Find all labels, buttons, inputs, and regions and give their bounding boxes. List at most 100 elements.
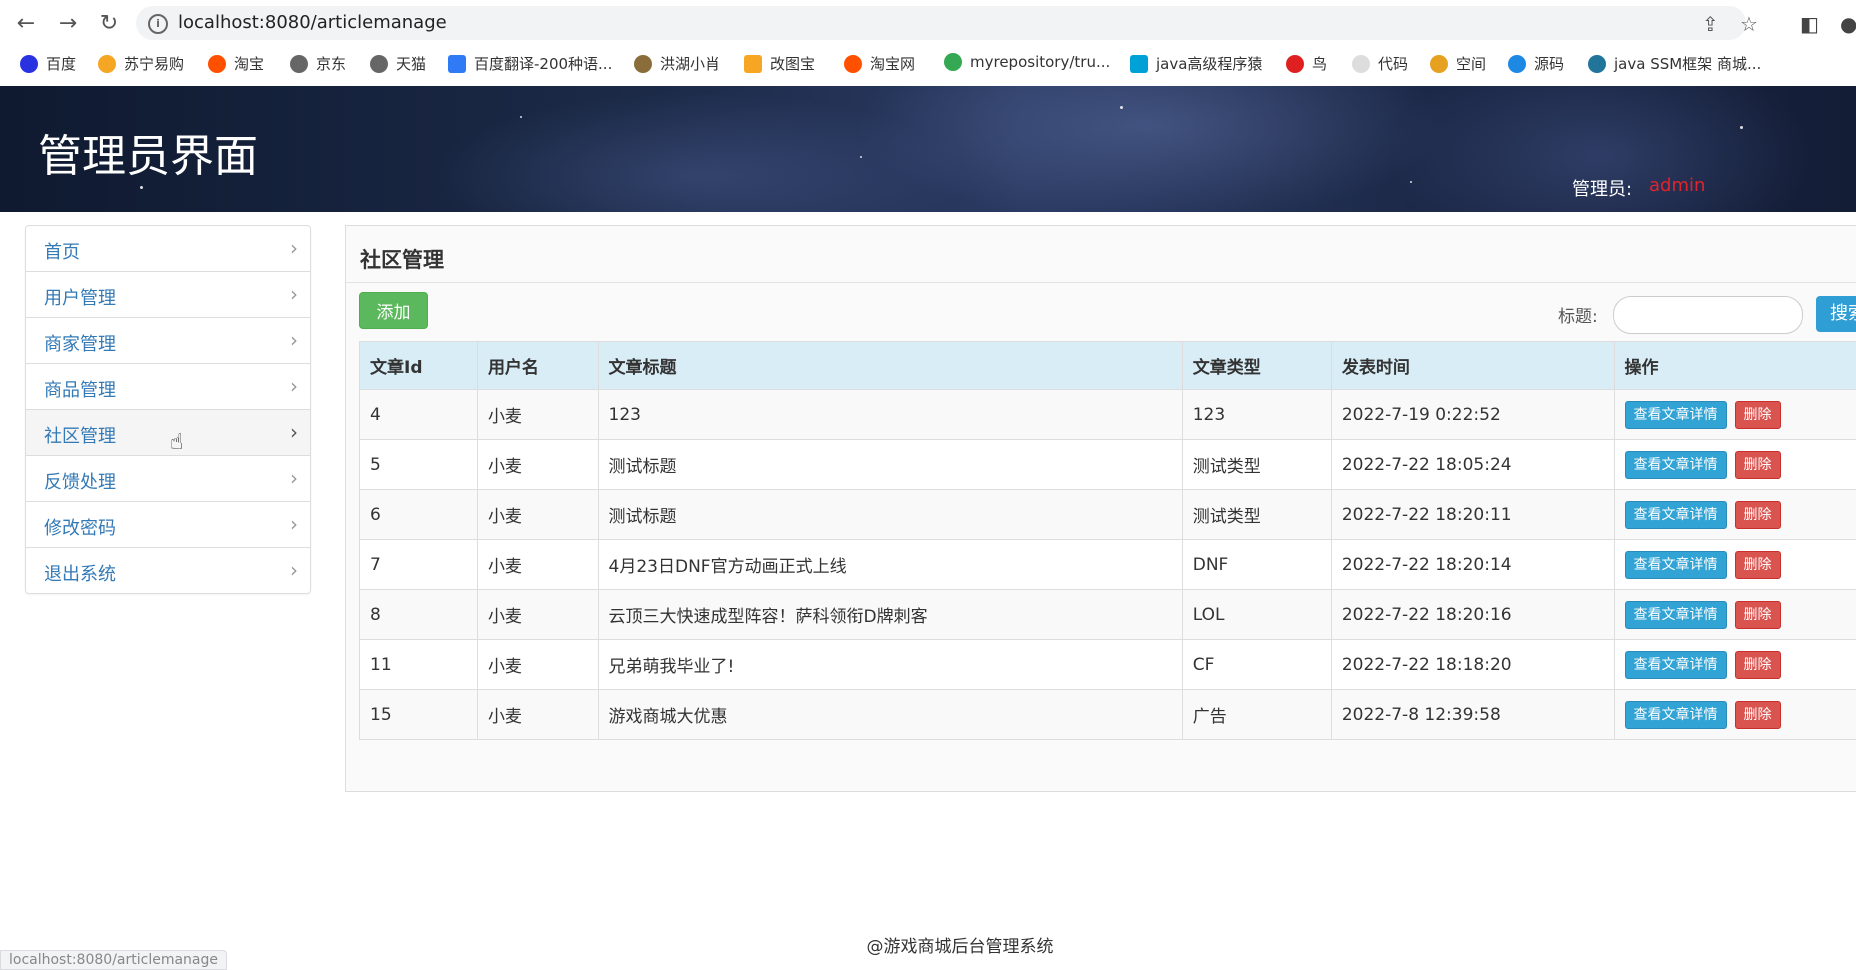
sidebar-item-merchants[interactable]: 商家管理›	[26, 318, 310, 364]
bookmark-item[interactable]: 空间	[1430, 53, 1486, 74]
cell-type: 123	[1182, 390, 1331, 440]
address-bar[interactable]: i localhost:8080/articlemanage ⇪ ☆	[136, 6, 1746, 40]
share-icon[interactable]: ⇪	[1702, 12, 1719, 36]
site-info-icon[interactable]: i	[148, 14, 168, 34]
taobao-icon	[844, 55, 862, 73]
column-header: 文章标题	[598, 342, 1182, 390]
sidebar-item-logout[interactable]: 退出系统 ›	[26, 548, 310, 593]
forward-icon[interactable]: →	[54, 9, 82, 37]
cell-user: 小麦	[477, 490, 598, 540]
cell-title: 云顶三大快速成型阵容！萨科领衔D牌刺客	[598, 590, 1182, 640]
cell-user: 小麦	[477, 440, 598, 490]
bookmark-item[interactable]: 鸟	[1286, 53, 1327, 74]
globe-icon	[370, 55, 388, 73]
chrome-icon	[944, 53, 962, 71]
sidebar-menu: 首页› 用户管理› 商家管理› 商品管理› 社区管理› 反馈处理› 修改密码› …	[25, 225, 311, 594]
bookmark-item[interactable]: 苏宁易购	[98, 53, 184, 74]
cell-id: 5	[360, 440, 478, 490]
reload-icon[interactable]: ↻	[95, 9, 123, 37]
suning-icon	[98, 55, 116, 73]
bookmark-item[interactable]: 百度	[20, 53, 76, 74]
view-detail-button[interactable]: 查看文章详情	[1625, 651, 1727, 679]
cell-user: 小麦	[477, 540, 598, 590]
community-panel: 社区管理 添加 标题: 搜索 文章Id 用户名 文章标题 文章类型 发表时间 操…	[345, 225, 1856, 792]
sidebar-item-change-password[interactable]: 修改密码›	[26, 502, 310, 548]
table-row: 15 小麦 游戏商城大优惠 广告 2022-7-8 12:39:58 查看文章详…	[360, 690, 1856, 740]
search-button[interactable]: 搜索	[1816, 296, 1856, 332]
view-detail-button[interactable]: 查看文章详情	[1625, 701, 1727, 729]
add-button[interactable]: 添加	[359, 292, 428, 329]
side-panel-icon[interactable]: ◧	[1800, 12, 1819, 36]
chevron-right-icon: ›	[290, 236, 298, 260]
wordpress-icon	[1588, 55, 1606, 73]
delete-button[interactable]: 删除	[1735, 701, 1781, 729]
sidebar-item-feedback[interactable]: 反馈处理›	[26, 456, 310, 502]
chevron-right-icon: ›	[290, 466, 298, 490]
cell-id: 4	[360, 390, 478, 440]
delete-button[interactable]: 删除	[1735, 551, 1781, 579]
bookmark-item[interactable]: 源码	[1508, 53, 1564, 74]
sidebar-item-label: 用户管理	[44, 284, 116, 310]
bookmark-item[interactable]: myrepository/tru...	[944, 53, 1110, 71]
cell-actions: 查看文章详情删除	[1614, 390, 1856, 440]
search-label: 标题:	[1558, 302, 1598, 327]
bookmark-item[interactable]: 淘宝	[208, 53, 264, 74]
bookmark-item[interactable]: 天猫	[370, 53, 426, 74]
address-url[interactable]: localhost:8080/articlemanage	[178, 12, 447, 33]
delete-button[interactable]: 删除	[1735, 401, 1781, 429]
bookmark-item[interactable]: java SSM框架 商城...	[1588, 53, 1761, 74]
bookmark-item[interactable]: 洪湖小肖	[634, 53, 720, 74]
cell-actions: 查看文章详情删除	[1614, 640, 1856, 690]
column-header: 操作	[1614, 342, 1856, 390]
bookmark-item[interactable]: 代码	[1352, 53, 1408, 74]
qzone-icon	[1430, 55, 1448, 73]
chevron-right-icon: ›	[290, 282, 298, 306]
bookmark-item[interactable]: 百度翻译-200种语...	[448, 53, 612, 74]
profile-icon[interactable]: ●	[1840, 12, 1856, 36]
cell-time: 2022-7-22 18:18:20	[1331, 640, 1614, 690]
table-row: 5 小麦 测试标题 测试类型 2022-7-22 18:05:24 查看文章详情…	[360, 440, 1856, 490]
view-detail-button[interactable]: 查看文章详情	[1625, 451, 1727, 479]
cell-time: 2022-7-22 18:05:24	[1331, 440, 1614, 490]
bookmark-item[interactable]: 改图宝	[744, 53, 815, 74]
chevron-right-icon: ›	[290, 420, 298, 444]
cell-user: 小麦	[477, 690, 598, 740]
cell-actions: 查看文章详情删除	[1614, 690, 1856, 740]
bookmark-item[interactable]: 京东	[290, 53, 346, 74]
view-detail-button[interactable]: 查看文章详情	[1625, 601, 1727, 629]
sidebar-item-community[interactable]: 社区管理›	[26, 410, 310, 456]
cell-actions: 查看文章详情删除	[1614, 440, 1856, 490]
sidebar-item-products[interactable]: 商品管理›	[26, 364, 310, 410]
chevron-right-icon: ›	[290, 558, 298, 582]
table-row: 11 小麦 兄弟萌我毕业了! CF 2022-7-22 18:18:20 查看文…	[360, 640, 1856, 690]
back-icon[interactable]: ←	[12, 9, 40, 37]
cell-actions: 查看文章详情删除	[1614, 540, 1856, 590]
bilibili-icon	[1130, 55, 1148, 73]
bird-icon	[634, 55, 652, 73]
sidebar-item-users[interactable]: 用户管理 ›	[26, 272, 310, 318]
cell-title: 测试标题	[598, 490, 1182, 540]
delete-button[interactable]: 删除	[1735, 451, 1781, 479]
bookmark-item[interactable]: java高级程序猿	[1130, 53, 1262, 74]
cell-id: 6	[360, 490, 478, 540]
delete-button[interactable]: 删除	[1735, 601, 1781, 629]
star-decoration	[1410, 181, 1412, 183]
bird-icon	[1286, 55, 1304, 73]
view-detail-button[interactable]: 查看文章详情	[1625, 401, 1727, 429]
image-tool-icon	[744, 55, 762, 73]
cell-time: 2022-7-22 18:20:16	[1331, 590, 1614, 640]
sidebar-item-home[interactable]: 首页›	[26, 226, 310, 272]
delete-button[interactable]: 删除	[1735, 651, 1781, 679]
cell-user: 小麦	[477, 590, 598, 640]
cell-id: 7	[360, 540, 478, 590]
title-search-input[interactable]	[1613, 296, 1803, 334]
view-detail-button[interactable]: 查看文章详情	[1625, 551, 1727, 579]
delete-button[interactable]: 删除	[1735, 501, 1781, 529]
bookmark-item[interactable]: 淘宝网	[844, 53, 915, 74]
view-detail-button[interactable]: 查看文章详情	[1625, 501, 1727, 529]
bookmark-star-icon[interactable]: ☆	[1740, 12, 1758, 36]
cell-actions: 查看文章详情删除	[1614, 490, 1856, 540]
globe-icon	[290, 55, 308, 73]
baidu-icon	[20, 55, 38, 73]
sidebar-item-label: 退出系统	[44, 560, 116, 586]
